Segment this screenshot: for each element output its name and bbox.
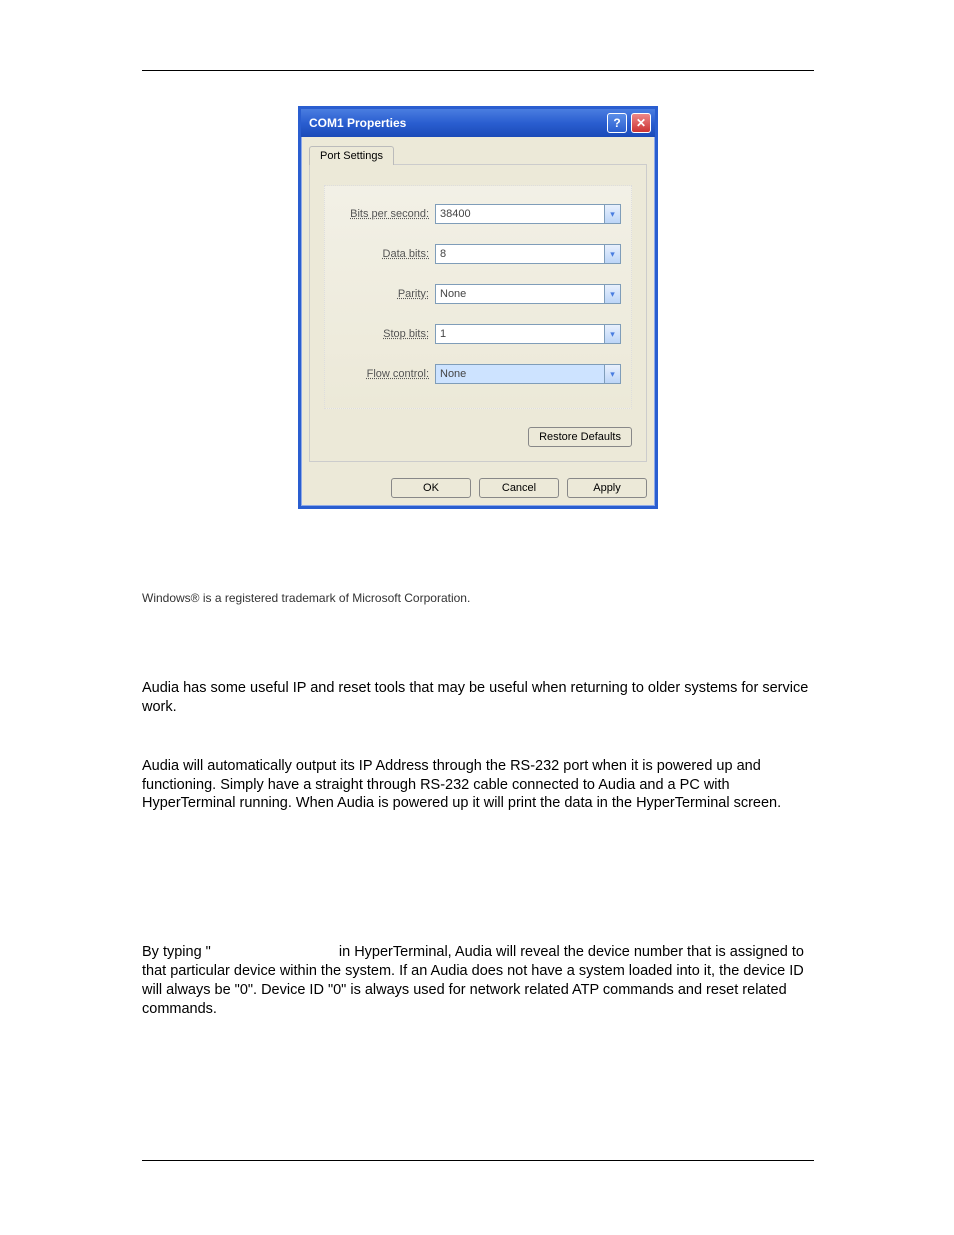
chevron-down-icon: ▾ <box>604 365 620 383</box>
restore-defaults-button[interactable]: Restore Defaults <box>528 427 632 447</box>
paragraph-3: By typing " in HyperTerminal, Audia will… <box>142 943 814 1018</box>
select-data-bits[interactable]: 8 ▾ <box>435 244 621 264</box>
help-icon[interactable]: ? <box>607 113 627 133</box>
label-bits-per-second: Bits per second: <box>335 208 435 220</box>
paragraph-1: Audia has some useful IP and reset tools… <box>142 679 814 717</box>
settings-panel: Bits per second: 38400 ▾ Data bits: 8 ▾ <box>309 164 647 462</box>
label-flow-control: Flow control: <box>335 368 435 380</box>
chevron-down-icon: ▾ <box>604 285 620 303</box>
tab-port-settings[interactable]: Port Settings <box>309 146 394 165</box>
paragraph-2: Audia will automatically output its IP A… <box>142 757 814 814</box>
row-data-bits: Data bits: 8 ▾ <box>335 244 621 264</box>
row-bits-per-second: Bits per second: 38400 ▾ <box>335 204 621 224</box>
trademark-text: Windows® is a registered trademark of Mi… <box>142 591 814 605</box>
value-data-bits: 8 <box>440 248 446 260</box>
select-bits-per-second[interactable]: 38400 ▾ <box>435 204 621 224</box>
row-parity: Parity: None ▾ <box>335 284 621 304</box>
body-text: Audia has some useful IP and reset tools… <box>142 679 814 1019</box>
apply-button[interactable]: Apply <box>567 478 647 498</box>
ok-button[interactable]: OK <box>391 478 471 498</box>
page-frame: COM1 Properties ? ✕ Port Settings Bits p… <box>142 70 814 1019</box>
select-parity[interactable]: None ▾ <box>435 284 621 304</box>
chevron-down-icon: ▾ <box>604 205 620 223</box>
label-stop-bits: Stop bits: <box>335 328 435 340</box>
select-stop-bits[interactable]: 1 ▾ <box>435 324 621 344</box>
settings-group: Bits per second: 38400 ▾ Data bits: 8 ▾ <box>324 185 632 409</box>
value-parity: None <box>440 288 466 300</box>
row-stop-bits: Stop bits: 1 ▾ <box>335 324 621 344</box>
titlebar: COM1 Properties ? ✕ <box>301 109 655 137</box>
bottom-rule <box>142 1160 814 1161</box>
tab-strip: Port Settings <box>301 137 655 164</box>
cancel-button[interactable]: Cancel <box>479 478 559 498</box>
value-stop-bits: 1 <box>440 328 446 340</box>
dialog-wrap: COM1 Properties ? ✕ Port Settings Bits p… <box>142 106 814 509</box>
restore-row: Restore Defaults <box>324 427 632 447</box>
value-bits-per-second: 38400 <box>440 208 471 220</box>
chevron-down-icon: ▾ <box>604 245 620 263</box>
row-flow-control: Flow control: None ▾ <box>335 364 621 384</box>
value-flow-control: None <box>440 368 466 380</box>
chevron-down-icon: ▾ <box>604 325 620 343</box>
label-data-bits: Data bits: <box>335 248 435 260</box>
close-icon[interactable]: ✕ <box>631 113 651 133</box>
window-title: COM1 Properties <box>309 116 603 130</box>
select-flow-control[interactable]: None ▾ <box>435 364 621 384</box>
dialog-button-row: OK Cancel Apply <box>301 470 655 506</box>
paragraph-3a: By typing " <box>142 944 211 960</box>
label-parity: Parity: <box>335 288 435 300</box>
paragraph-3b: in HyperTerminal, Audia will reveal the … <box>142 944 804 1017</box>
com1-properties-dialog: COM1 Properties ? ✕ Port Settings Bits p… <box>298 106 658 509</box>
